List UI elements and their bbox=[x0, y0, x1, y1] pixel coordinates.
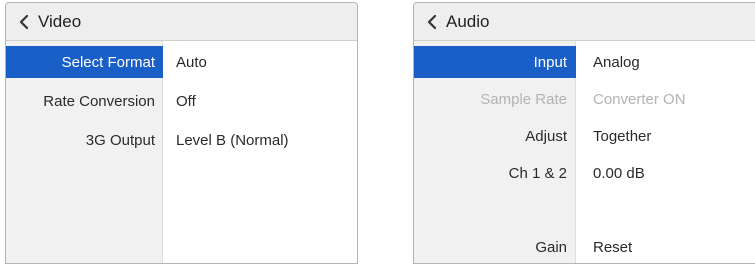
setting-label: Input bbox=[414, 46, 576, 78]
setting-label: Rate Conversion bbox=[43, 92, 155, 110]
setting-label: Sample Rate bbox=[480, 90, 567, 108]
chevron-left-icon bbox=[19, 14, 29, 29]
setting-row-input[interactable]: Input Analog bbox=[414, 46, 755, 78]
video-settings-panel: Video Select Format Auto Rate Conversion… bbox=[5, 2, 358, 264]
setting-row-select-format[interactable]: Select Format Auto bbox=[6, 46, 357, 78]
setting-value: Off bbox=[176, 92, 196, 110]
video-back-button[interactable]: Video bbox=[6, 3, 357, 41]
audio-settings-list: Input Analog Sample Rate Converter ON Ad… bbox=[414, 41, 755, 263]
setting-value: Analog bbox=[593, 53, 640, 71]
audio-panel-title: Audio bbox=[446, 11, 490, 31]
setting-row-3g-output[interactable]: 3G Output Level B (Normal) bbox=[6, 124, 357, 156]
setting-value: 0.00 dB bbox=[593, 164, 645, 182]
setting-row-ch-1-2[interactable]: Ch 1 & 2 0.00 dB bbox=[414, 157, 755, 189]
setting-label: Gain bbox=[535, 238, 567, 256]
setting-label: Ch 1 & 2 bbox=[508, 164, 567, 182]
chevron-left-icon bbox=[427, 14, 437, 29]
setting-value: Auto bbox=[176, 53, 207, 71]
audio-settings-panel: Audio Input Analog Sample Rate Converter… bbox=[413, 2, 755, 264]
setting-value: Reset bbox=[593, 238, 633, 256]
setting-row-rate-conversion[interactable]: Rate Conversion Off bbox=[6, 85, 357, 117]
setting-row-sample-rate: Sample Rate Converter ON bbox=[414, 83, 755, 115]
setting-row-adjust[interactable]: Adjust Together bbox=[414, 120, 755, 152]
video-settings-list: Select Format Auto Rate Conversion Off 3… bbox=[6, 41, 357, 263]
video-panel-title: Video bbox=[38, 11, 82, 31]
setting-row-gain[interactable]: Gain Reset bbox=[414, 231, 755, 263]
setting-label: 3G Output bbox=[85, 131, 155, 149]
setting-label: Select Format bbox=[6, 46, 163, 78]
setting-value: Level B (Normal) bbox=[176, 131, 289, 149]
setting-value: Converter ON bbox=[593, 90, 686, 108]
setting-value: Together bbox=[593, 127, 652, 145]
audio-back-button[interactable]: Audio bbox=[414, 3, 755, 41]
setting-label: Adjust bbox=[525, 127, 567, 145]
